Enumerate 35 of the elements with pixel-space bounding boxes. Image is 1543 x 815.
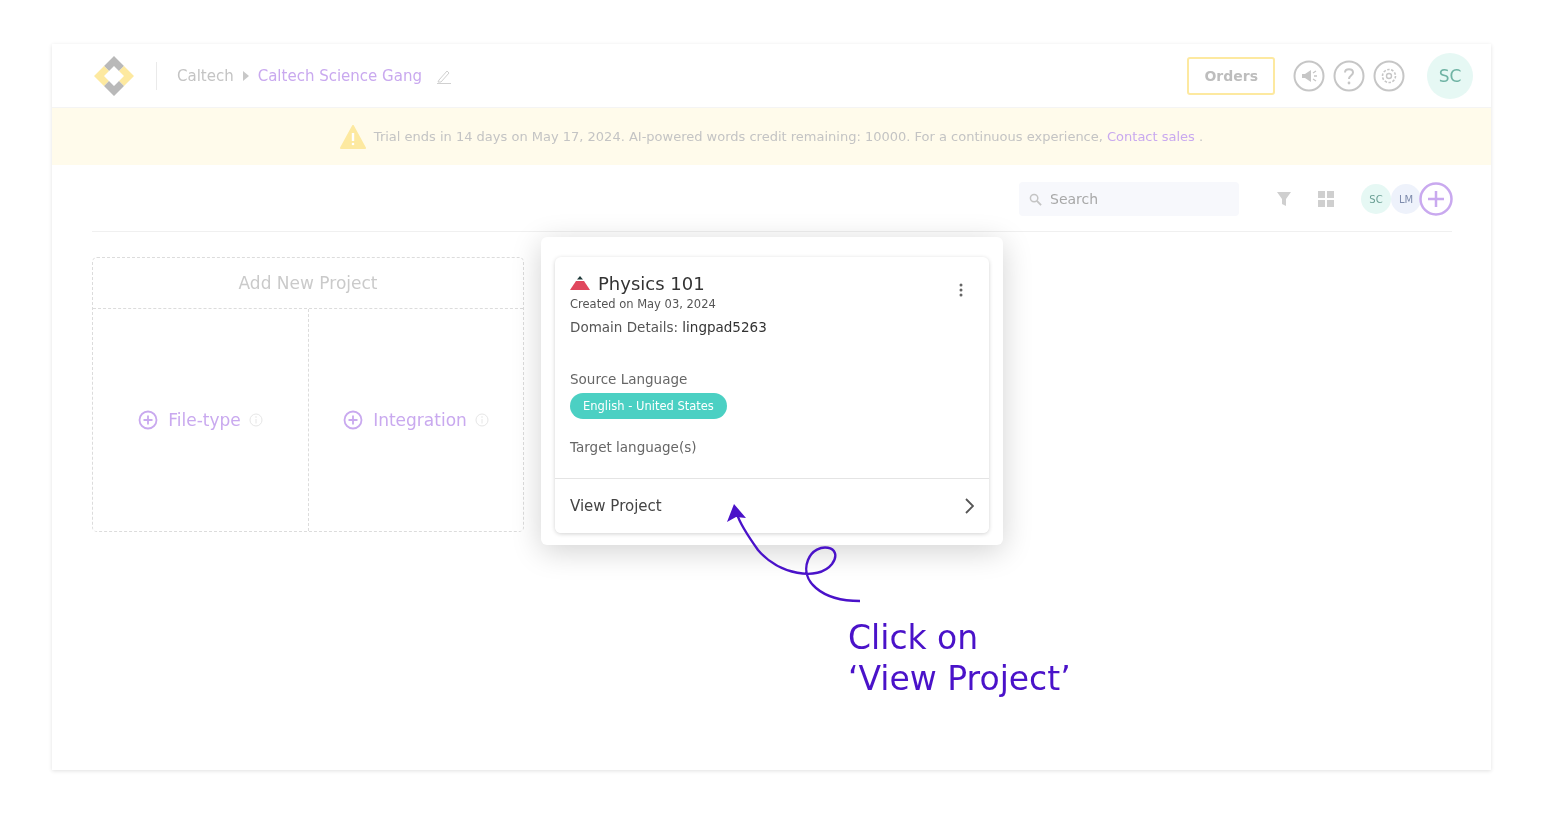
project-title: Physics 101 bbox=[598, 272, 705, 294]
domain-details: Domain Details: lingpad5263 bbox=[570, 319, 767, 335]
megaphone-icon[interactable] bbox=[1293, 59, 1325, 92]
add-option-button[interactable]: Integration bbox=[343, 410, 467, 430]
trial-message: Trial ends in 14 days on May 17, 2024. AI-powered words credit remaining: 10000. For a continuous experience, Contact sales . bbox=[373, 129, 1204, 144]
view-project-button[interactable]: View Project bbox=[555, 478, 989, 533]
chevron-right-icon bbox=[964, 498, 974, 514]
annotation-text: ‘View Project’ bbox=[848, 658, 1071, 699]
settings-icon[interactable] bbox=[1373, 59, 1405, 92]
source-language-label: Source Language bbox=[570, 371, 688, 387]
breadcrumb-link[interactable]: Caltech bbox=[177, 66, 234, 85]
language-tag: English - United States bbox=[570, 393, 727, 419]
plus-icon bbox=[343, 410, 364, 430]
member-avatar[interactable]: LM bbox=[1391, 184, 1421, 214]
member-avatar[interactable]: SC bbox=[1361, 184, 1391, 214]
plus-icon bbox=[138, 410, 159, 430]
search-field[interactable]: Search bbox=[1019, 182, 1239, 216]
more-options-icon[interactable] bbox=[959, 283, 963, 297]
search-icon bbox=[1029, 193, 1042, 206]
created-date: Created on May 03, 2024 bbox=[570, 297, 716, 311]
grid-view-icon[interactable] bbox=[1318, 191, 1334, 207]
annotation-text: Click on bbox=[848, 617, 980, 658]
orders-button[interactable]: Orders bbox=[1187, 56, 1275, 95]
filter-icon[interactable] bbox=[1276, 191, 1292, 207]
caret-icon bbox=[242, 70, 249, 81]
logo-icon bbox=[92, 53, 136, 98]
contact-sales-link[interactable]: Contact sales bbox=[1107, 129, 1195, 144]
add-option-button[interactable]: File-type bbox=[138, 410, 241, 430]
help-icon[interactable] bbox=[1333, 59, 1365, 92]
target-language-label: Target language(s) bbox=[570, 439, 697, 455]
breadcrumb-link[interactable]: Caltech Science Gang bbox=[257, 66, 422, 85]
warning-icon bbox=[339, 124, 366, 149]
project-icon bbox=[570, 276, 590, 290]
add-member-icon[interactable] bbox=[1419, 182, 1453, 216]
user-avatar[interactable]: SC bbox=[1427, 52, 1473, 99]
